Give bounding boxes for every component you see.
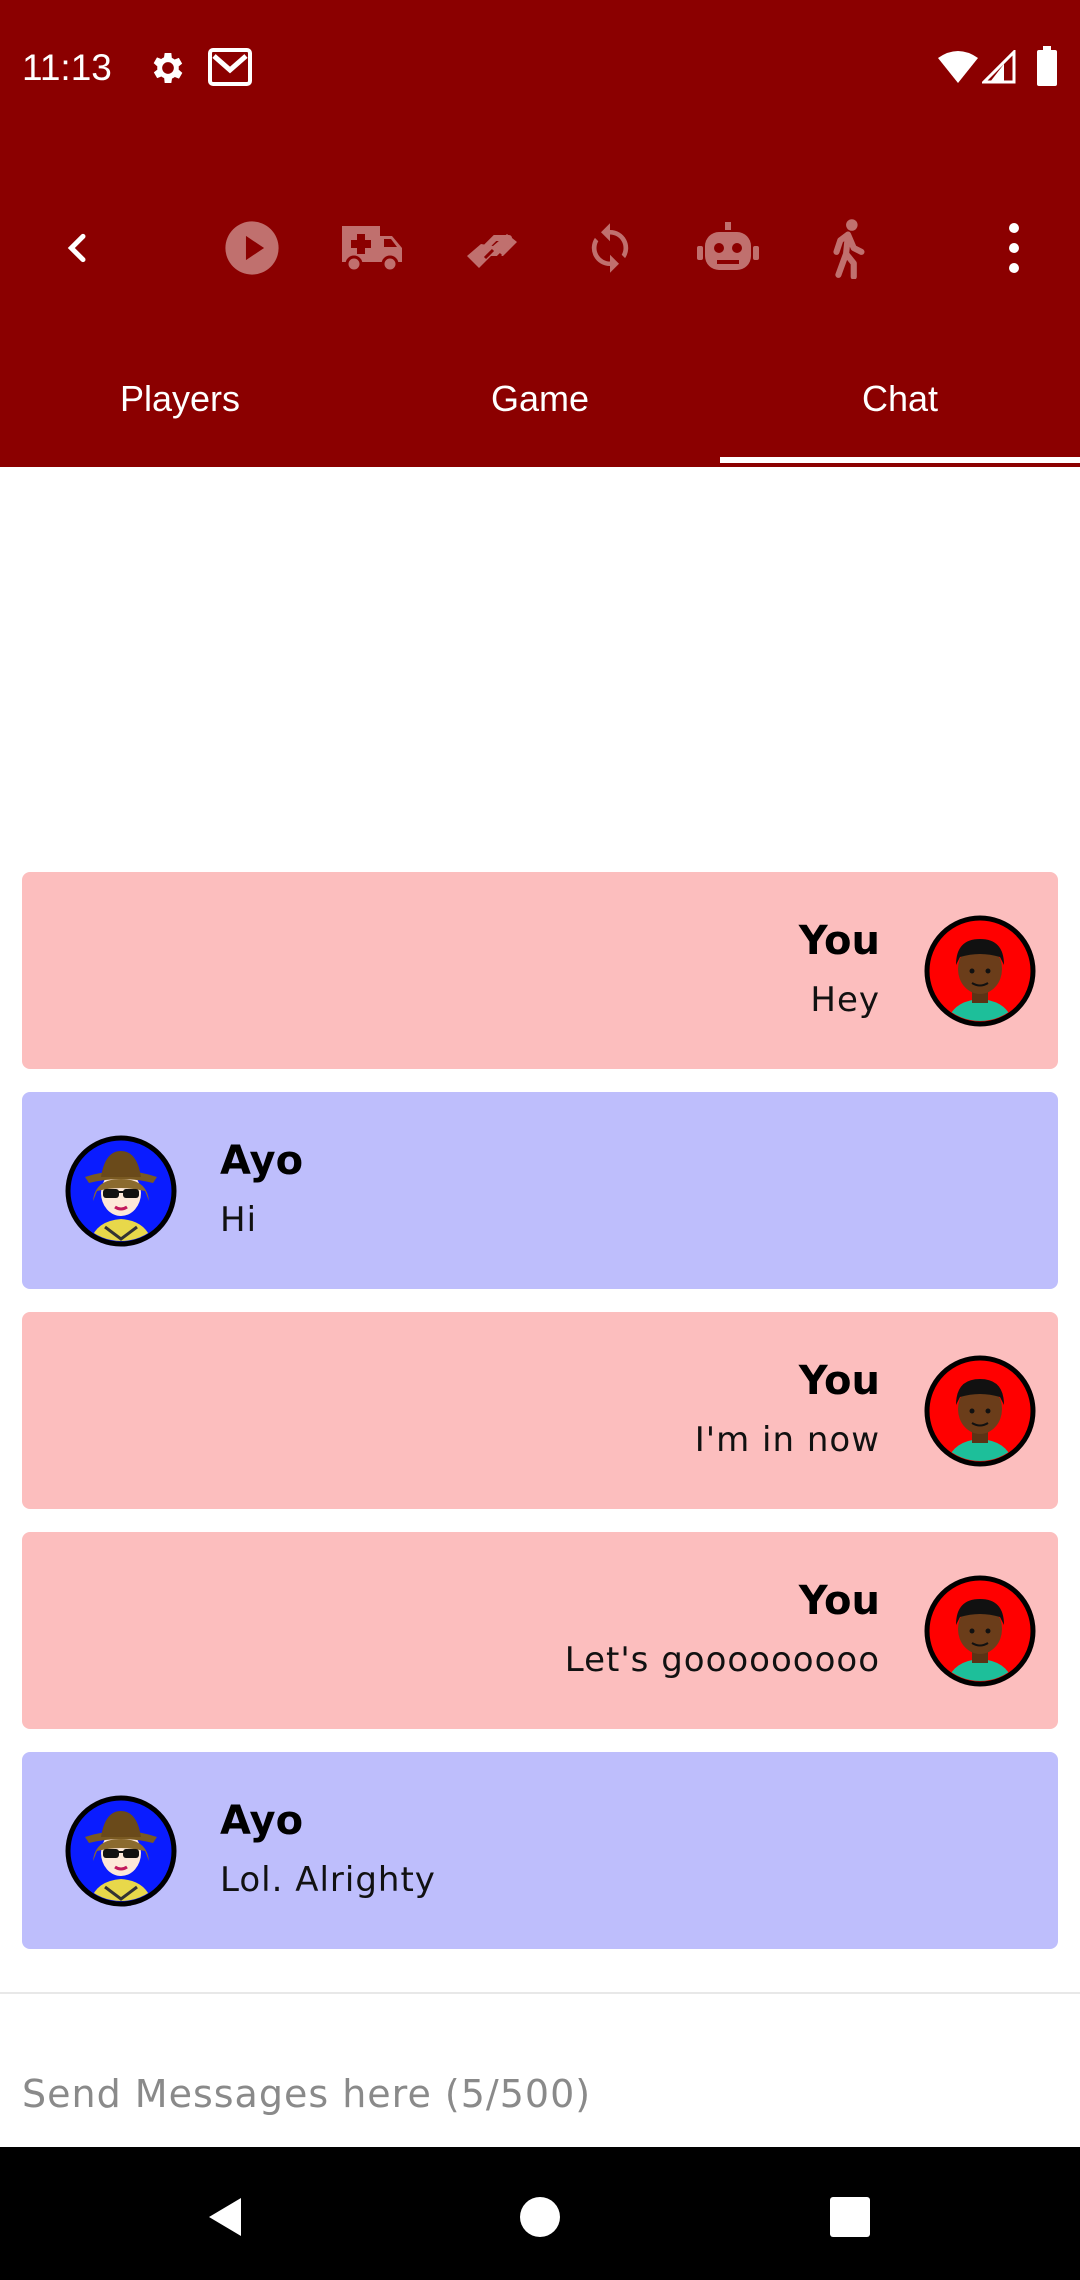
chat-message: You Hey (22, 872, 1058, 1069)
handshake-icon (467, 234, 517, 268)
gear-icon (153, 53, 183, 83)
message-composer (0, 1994, 1080, 2147)
message-sender: You (798, 918, 880, 964)
ambulance-button[interactable] (340, 216, 404, 280)
message-text: Hi (220, 1200, 258, 1240)
avatar (924, 1575, 1036, 1687)
nav-home-button[interactable] (500, 2177, 580, 2257)
tab-bar: Players Game Chat (0, 340, 1080, 467)
avatar (924, 1355, 1036, 1467)
message-input[interactable] (22, 2064, 1058, 2124)
tab-players[interactable]: Players (0, 340, 360, 467)
play-button[interactable] (220, 216, 284, 280)
toolbar (0, 182, 1080, 314)
status-bar: 11:13 (0, 0, 1080, 132)
sync-icon (591, 223, 629, 273)
chat-message: Ayo Lol. Alrighty (22, 1752, 1058, 1949)
system-nav-bar (0, 2147, 1080, 2280)
nav-back-button[interactable] (186, 2177, 266, 2257)
back-button[interactable] (46, 216, 110, 280)
ambulance-icon (342, 226, 402, 273)
more-vert-icon (1009, 223, 1019, 273)
back-arrow-icon (67, 233, 86, 263)
message-sender: Ayo (220, 1798, 304, 1844)
message-sender: You (798, 1578, 880, 1624)
tab-game-label: Game (490, 378, 590, 419)
trade-button[interactable] (460, 216, 524, 280)
robot-button[interactable] (696, 216, 760, 280)
chat-message: Ayo Hi (22, 1092, 1058, 1289)
robot-icon (697, 222, 759, 270)
nav-recents-button[interactable] (810, 2177, 890, 2257)
gmail-icon (208, 48, 252, 86)
tab-players-label: Players (119, 378, 241, 419)
back-triangle-icon (209, 2198, 241, 2236)
app-header: 11:13 Players Game Chat (0, 0, 1080, 467)
sync-button[interactable] (578, 216, 642, 280)
message-text: Lol. Alrighty (220, 1860, 436, 1900)
recents-square-icon (830, 2197, 870, 2237)
battery-icon (1037, 46, 1057, 86)
tab-game[interactable]: Game (360, 340, 720, 467)
avatar (65, 1135, 177, 1247)
more-options-button[interactable] (982, 216, 1046, 280)
tab-chat-label: Chat (861, 378, 939, 419)
status-time: 11:13 (22, 47, 112, 88)
chat-message-list[interactable]: You Hey Ayo Hi You I'm in now You Let's … (0, 467, 1080, 1992)
walk-button[interactable] (816, 216, 880, 280)
message-text: I'm in now (694, 1420, 880, 1460)
wifi-icon (938, 51, 978, 83)
avatar (924, 915, 1036, 1027)
message-sender: You (798, 1358, 880, 1404)
tab-selected-indicator (720, 457, 1080, 463)
chat-message: You I'm in now (22, 1312, 1058, 1509)
walking-icon (833, 219, 865, 279)
avatar (65, 1795, 177, 1907)
message-text: Hey (810, 980, 880, 1020)
message-text: Let's gooooooooo (564, 1640, 880, 1680)
play-icon (225, 221, 279, 275)
message-sender: Ayo (220, 1138, 304, 1184)
home-circle-icon (520, 2197, 560, 2237)
chat-message: You Let's gooooooooo (22, 1532, 1058, 1729)
tab-chat[interactable]: Chat (720, 340, 1080, 467)
signal-icon (982, 50, 1016, 84)
